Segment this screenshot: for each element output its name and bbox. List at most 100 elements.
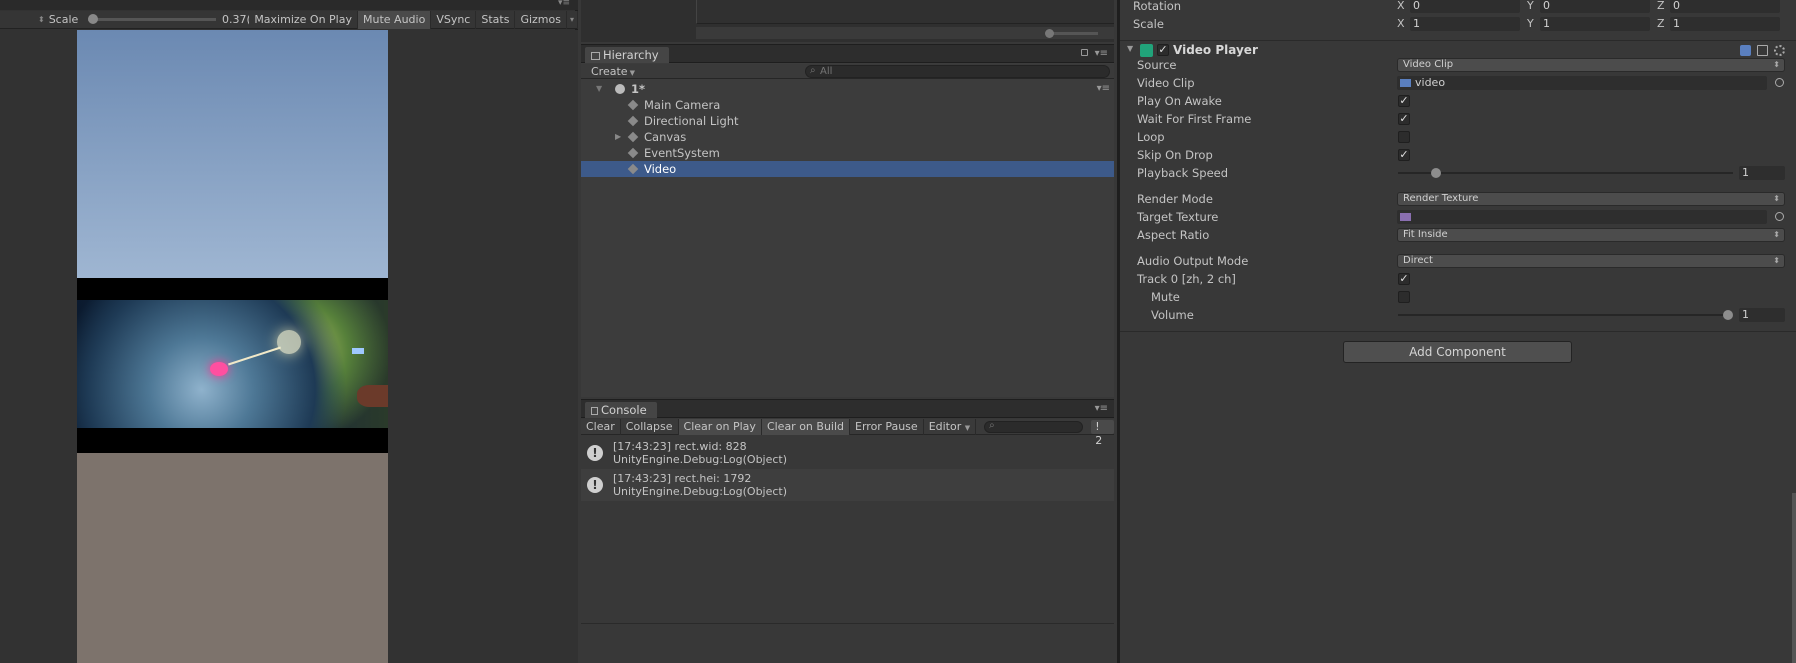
sky-background xyxy=(77,30,388,278)
hierarchy-item-video[interactable]: Video xyxy=(581,161,1114,177)
lock-icon[interactable] xyxy=(1081,49,1088,56)
scrollbar-track[interactable] xyxy=(1048,32,1098,35)
create-dropdown-button[interactable]: Create ▼ xyxy=(591,65,635,78)
dropdown-arrows-icon: ⬍ xyxy=(1773,256,1780,265)
scale-label: Scale xyxy=(1133,17,1164,31)
render-mode-label: Render Mode xyxy=(1137,192,1213,206)
scene-row[interactable]: ▼ 1* ▾≡ xyxy=(581,81,1114,97)
mute-audio-button[interactable]: Mute Audio xyxy=(358,10,432,29)
aspect-ratio-label: Aspect Ratio xyxy=(1137,228,1210,242)
panel-menu-icon[interactable]: ▾≡ xyxy=(558,0,570,8)
scale-z-value[interactable]: 1 xyxy=(1670,17,1780,31)
scale-slider-thumb[interactable] xyxy=(88,14,99,24)
wait-first-frame-checkbox[interactable]: ✓ xyxy=(1398,113,1410,125)
aspect-ratio-dropdown[interactable]: Fit Inside ⬍ xyxy=(1397,228,1785,242)
scale-y-value[interactable]: 1 xyxy=(1540,17,1650,31)
hierarchy-search[interactable]: ⌕ xyxy=(805,65,1110,78)
video-clip-field[interactable]: video xyxy=(1397,76,1767,90)
scale-slider[interactable] xyxy=(88,14,216,24)
scene-menu-icon[interactable]: ▾≡ xyxy=(1097,81,1110,97)
editor-dropdown-button[interactable]: Editor ▼ xyxy=(924,418,977,435)
hierarchy-tab-bar: Hierarchy ▾≡ xyxy=(581,45,1114,63)
track0-label: Track 0 [zh, 2 ch] xyxy=(1137,272,1236,286)
playback-speed-thumb[interactable] xyxy=(1431,168,1441,178)
scale-x-value[interactable]: 1 xyxy=(1410,17,1520,31)
gameobject-cube-icon xyxy=(627,115,639,127)
tab-console[interactable]: Console xyxy=(585,402,657,418)
hierarchy-item-label: Video xyxy=(644,162,677,176)
hierarchy-item-canvas[interactable]: ▶ Canvas xyxy=(581,129,1114,145)
object-picker-icon[interactable] xyxy=(1775,78,1784,87)
clear-on-build-button[interactable]: Clear on Build xyxy=(761,418,851,435)
hierarchy-item-directional-light[interactable]: Directional Light xyxy=(581,113,1114,129)
gizmos-button[interactable]: Gizmos xyxy=(515,10,567,29)
object-picker-icon[interactable] xyxy=(1775,212,1784,221)
rotation-x-value[interactable]: 0 xyxy=(1410,0,1520,13)
playback-speed-slider[interactable] xyxy=(1398,168,1733,178)
video-player-enabled-checkbox[interactable]: ✓ xyxy=(1157,44,1169,56)
error-pause-button[interactable]: Error Pause xyxy=(850,418,924,435)
warning-icon: ! xyxy=(587,477,603,493)
foldout-expanded-icon[interactable]: ▼ xyxy=(596,81,602,97)
clear-on-play-button[interactable]: Clear on Play xyxy=(678,418,762,435)
stats-button[interactable]: Stats xyxy=(476,10,516,29)
scene-name: 1* xyxy=(631,82,646,96)
help-icon[interactable] xyxy=(1740,45,1751,56)
track0-checkbox[interactable]: ✓ xyxy=(1398,273,1410,285)
target-texture-field[interactable] xyxy=(1397,210,1767,224)
maximize-on-play-button[interactable]: Maximize On Play xyxy=(249,10,358,29)
loop-checkbox[interactable] xyxy=(1398,131,1410,143)
hierarchy-search-input[interactable] xyxy=(820,66,1100,77)
skip-on-drop-checkbox[interactable]: ✓ xyxy=(1398,149,1410,161)
collapse-button[interactable]: Collapse xyxy=(621,418,679,435)
ground-plane xyxy=(77,453,388,663)
scene-view-area[interactable] xyxy=(696,0,1114,24)
wait-first-frame-label: Wait For First Frame xyxy=(1137,112,1252,126)
add-component-button[interactable]: Add Component xyxy=(1343,341,1572,363)
scene-view-panel xyxy=(581,0,1114,42)
preset-icon[interactable] xyxy=(1757,45,1768,56)
hierarchy-item-main-camera[interactable]: Main Camera xyxy=(581,97,1114,113)
warning-count-toggle[interactable]: ! 2 xyxy=(1091,419,1114,447)
volume-thumb[interactable] xyxy=(1723,310,1733,320)
volume-value[interactable]: 1 xyxy=(1739,308,1785,322)
vsync-button[interactable]: VSync xyxy=(431,10,477,29)
volume-slider[interactable] xyxy=(1398,310,1733,320)
game-render-area[interactable] xyxy=(0,30,578,663)
gear-icon[interactable] xyxy=(1774,45,1785,56)
video-frame-image xyxy=(77,300,388,428)
panel-menu-icon[interactable]: ▾≡ xyxy=(1095,48,1108,59)
playback-speed-value[interactable]: 1 xyxy=(1739,166,1785,180)
clear-button[interactable]: Clear xyxy=(581,418,621,435)
source-dropdown[interactable]: Video Clip ⬍ xyxy=(1397,58,1785,72)
scale-arrows-icon[interactable]: ⬍ xyxy=(0,11,49,29)
render-mode-dropdown[interactable]: Render Texture ⬍ xyxy=(1397,192,1785,206)
audio-output-mode-dropdown[interactable]: Direct ⬍ xyxy=(1397,254,1785,268)
console-detail-divider[interactable] xyxy=(581,623,1114,624)
mute-checkbox[interactable] xyxy=(1398,291,1410,303)
rotation-y-value[interactable]: 0 xyxy=(1540,0,1650,13)
log-stacktrace: UnityEngine.Debug:Log(Object) xyxy=(613,453,788,466)
play-on-awake-checkbox[interactable]: ✓ xyxy=(1398,95,1410,107)
console-log-row[interactable]: ! [17:43:23] rect.hei: 1792 UnityEngine.… xyxy=(581,469,1114,501)
gizmos-dropdown-icon[interactable]: ▾ xyxy=(567,10,578,29)
hierarchy-item-eventsystem[interactable]: EventSystem xyxy=(581,145,1114,161)
tab-hierarchy[interactable]: Hierarchy xyxy=(585,47,669,63)
light-flare xyxy=(277,330,301,354)
search-icon: ⌕ xyxy=(810,65,816,76)
audio-output-mode-row: Audio Output Mode Direct ⬍ xyxy=(1120,252,1796,270)
foldout-expanded-icon[interactable]: ▼ xyxy=(1127,44,1133,53)
rotation-z-value[interactable]: 0 xyxy=(1670,0,1780,13)
scrollbar-thumb[interactable] xyxy=(1045,29,1054,38)
console-search-input[interactable]: ⌕ xyxy=(984,420,1084,433)
console-toolbar: Clear Collapse Clear on Play Clear on Bu… xyxy=(581,418,1114,447)
panel-menu-icon[interactable]: ▾≡ xyxy=(1095,403,1108,414)
foldout-collapsed-icon[interactable]: ▶ xyxy=(615,129,621,145)
hierarchy-panel: Hierarchy ▾≡ Create▼ ⌕ ▼ 1* ▾≡ Main Came… xyxy=(581,44,1114,397)
console-log-row[interactable]: ! [17:43:23] rect.wid: 828 UnityEngine.D… xyxy=(581,437,1114,469)
scene-horizontal-scrollbar[interactable] xyxy=(696,27,1114,39)
inspector-scrollbar[interactable] xyxy=(1792,493,1796,663)
log-stacktrace: UnityEngine.Debug:Log(Object) xyxy=(613,485,788,498)
hierarchy-toolbar: Create ▼ ⌕ xyxy=(581,64,1114,79)
playback-speed-label: Playback Speed xyxy=(1137,166,1229,180)
